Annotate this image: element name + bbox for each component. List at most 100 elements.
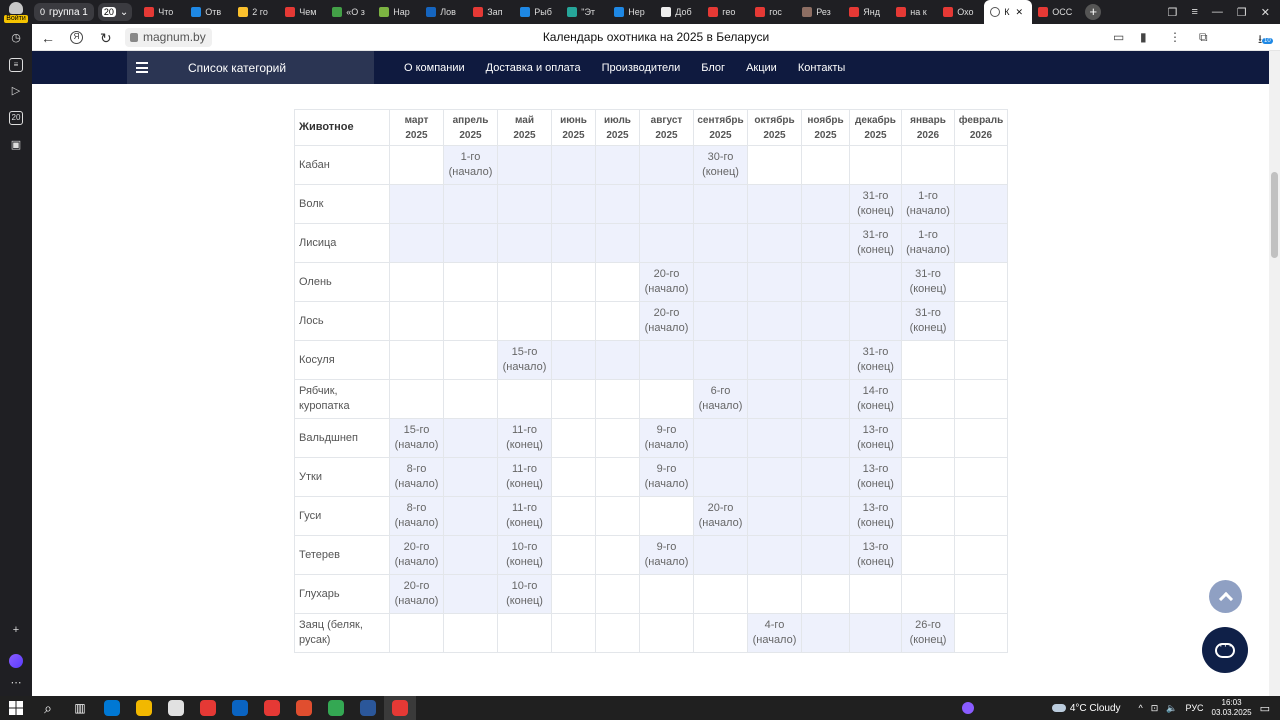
collections-button-icon[interactable]: ⧉ bbox=[1199, 30, 1208, 45]
header-month: апрель 2025 bbox=[443, 109, 498, 146]
header-month: ноябрь 2025 bbox=[801, 109, 850, 146]
login-button[interactable]: Войти bbox=[0, 0, 32, 24]
season-cell-open bbox=[747, 223, 802, 263]
season-date: 9-го bbox=[656, 541, 677, 553]
search-button[interactable]: ⌕ bbox=[32, 696, 64, 720]
season-date: 10-го bbox=[511, 541, 538, 553]
browser-tab[interactable]: Лов bbox=[420, 0, 467, 24]
menu-link-blog[interactable]: Блог bbox=[701, 62, 725, 74]
browser-tab[interactable]: гос bbox=[749, 0, 796, 24]
collections-icon[interactable]: ≡ bbox=[9, 58, 23, 72]
tab-group-2[interactable]: 20 ⌄ bbox=[97, 3, 133, 21]
season-cell-open: 1-го (начало) bbox=[901, 184, 955, 224]
tab-active[interactable]: К ✕ bbox=[984, 0, 1033, 24]
browser-tab[interactable]: Что bbox=[138, 0, 185, 24]
browser-tab[interactable]: "Эт bbox=[561, 0, 608, 24]
chevron-up-tray-icon[interactable]: ^ bbox=[1139, 703, 1143, 713]
browser-tab[interactable]: Янд bbox=[843, 0, 890, 24]
tab-label: Охо bbox=[957, 7, 974, 17]
taskbar-app-button[interactable] bbox=[320, 696, 352, 720]
menu-link-promo[interactable]: Акции bbox=[746, 62, 777, 74]
menu-icon[interactable]: ≡ bbox=[1191, 6, 1197, 18]
maximize-icon[interactable]: ❐ bbox=[1237, 6, 1247, 19]
screenshot-icon[interactable]: ▣ bbox=[9, 138, 23, 152]
browser-tab[interactable]: Чем bbox=[279, 0, 326, 24]
taskbar-app-button[interactable] bbox=[192, 696, 224, 720]
season-cell-open: 15-го (начало) bbox=[497, 340, 552, 380]
add-panel-icon[interactable]: + bbox=[9, 623, 23, 637]
tab-group-1[interactable]: 0 группа 1 bbox=[34, 3, 94, 21]
menu-link-about[interactable]: О компании bbox=[404, 62, 465, 74]
menu-link-delivery[interactable]: Доставка и оплата bbox=[486, 62, 581, 74]
menu-link-contacts[interactable]: Контакты bbox=[798, 62, 846, 74]
notifications-icon[interactable]: ▭ bbox=[1260, 702, 1270, 715]
season-cell-closed bbox=[954, 535, 1008, 575]
categories-button[interactable]: Список категорий bbox=[127, 51, 374, 84]
browser-tab[interactable]: Отв bbox=[185, 0, 232, 24]
alice-tray-icon[interactable] bbox=[961, 702, 974, 714]
menu-link-brands[interactable]: Производители bbox=[602, 62, 681, 74]
new-tab-button[interactable]: + bbox=[1085, 4, 1102, 20]
history-icon[interactable]: ◷ bbox=[9, 31, 23, 45]
bookmark-icon[interactable]: ▮ bbox=[1140, 30, 1147, 44]
more-icon[interactable]: ⋯ bbox=[9, 676, 23, 690]
browser-tab[interactable]: Рыб bbox=[514, 0, 561, 24]
tab-count-icon[interactable]: 20 bbox=[9, 111, 23, 125]
taskbar-app-button[interactable] bbox=[224, 696, 256, 720]
season-note: (конец) bbox=[506, 439, 543, 451]
language-indicator[interactable]: РУС bbox=[1186, 703, 1204, 713]
season-cell-open bbox=[443, 457, 498, 497]
season-note: (начало) bbox=[394, 439, 439, 451]
reader-mode-icon[interactable]: ▭ bbox=[1113, 30, 1124, 44]
scroll-to-top-button[interactable] bbox=[1209, 580, 1242, 613]
browser-tab[interactable]: Нер bbox=[608, 0, 655, 24]
taskbar-app-button[interactable] bbox=[96, 696, 128, 720]
browser-tab[interactable]: Нар bbox=[373, 0, 420, 24]
season-cell-closed bbox=[954, 574, 1008, 614]
season-cell-closed bbox=[443, 613, 498, 653]
tab-label: Доб bbox=[675, 7, 692, 17]
browser-tab[interactable]: Зап bbox=[467, 0, 514, 24]
taskbar-app-button[interactable] bbox=[384, 696, 416, 720]
volume-icon[interactable]: 🔈 bbox=[1166, 703, 1177, 714]
season-cell-closed bbox=[389, 301, 444, 341]
taskbar-app-button[interactable] bbox=[352, 696, 384, 720]
browser-tab[interactable]: Доб bbox=[655, 0, 702, 24]
scrollbar-thumb[interactable] bbox=[1271, 172, 1278, 258]
weather-widget[interactable]: 4°C Cloudy bbox=[1051, 703, 1121, 714]
browser-tab[interactable]: гео bbox=[702, 0, 749, 24]
browser-tab[interactable]: Рез bbox=[796, 0, 843, 24]
close-window-icon[interactable]: ✕ bbox=[1261, 6, 1270, 19]
tab-overview-icon[interactable]: ❐ bbox=[1168, 6, 1178, 19]
season-cell-open: 30-го (конец) bbox=[693, 145, 748, 185]
start-button[interactable] bbox=[0, 696, 32, 720]
tab-group-1-label: группа 1 bbox=[49, 6, 88, 18]
season-date: 26-го bbox=[915, 619, 941, 631]
season-cell-open bbox=[747, 262, 802, 302]
browser-tab[interactable]: 2 го bbox=[232, 0, 279, 24]
minimize-icon[interactable]: — bbox=[1212, 6, 1223, 18]
browser-tab[interactable]: на к bbox=[890, 0, 937, 24]
clock[interactable]: 16:03 03.03.2025 bbox=[1212, 698, 1252, 718]
season-cell-open bbox=[801, 379, 850, 419]
season-cell-closed bbox=[639, 496, 694, 536]
taskbar-app-button[interactable] bbox=[160, 696, 192, 720]
browser-tab[interactable]: Охо bbox=[937, 0, 984, 24]
more-options-icon[interactable]: ⋮ bbox=[1169, 30, 1181, 44]
network-icon[interactable]: ⊡ bbox=[1151, 703, 1159, 714]
taskbar-app-button[interactable] bbox=[288, 696, 320, 720]
season-note: (начало) bbox=[394, 556, 439, 568]
chat-button[interactable] bbox=[1202, 627, 1248, 673]
page-scrollbar[interactable] bbox=[1269, 51, 1280, 696]
task-view-button[interactable]: ▥ bbox=[64, 696, 96, 720]
season-cell-closed bbox=[849, 574, 902, 614]
season-date: 1-го bbox=[918, 229, 938, 241]
tab-last[interactable]: ОСС bbox=[1032, 0, 1079, 24]
taskbar-app-button[interactable] bbox=[256, 696, 288, 720]
browser-tab[interactable]: «О з bbox=[326, 0, 373, 24]
taskbar-app-button[interactable] bbox=[128, 696, 160, 720]
video-icon[interactable]: ▷ bbox=[9, 84, 23, 98]
close-tab-icon[interactable]: ✕ bbox=[1016, 7, 1024, 18]
alice-assistant-icon[interactable] bbox=[9, 654, 23, 668]
animal-name: Глухарь bbox=[294, 574, 390, 614]
